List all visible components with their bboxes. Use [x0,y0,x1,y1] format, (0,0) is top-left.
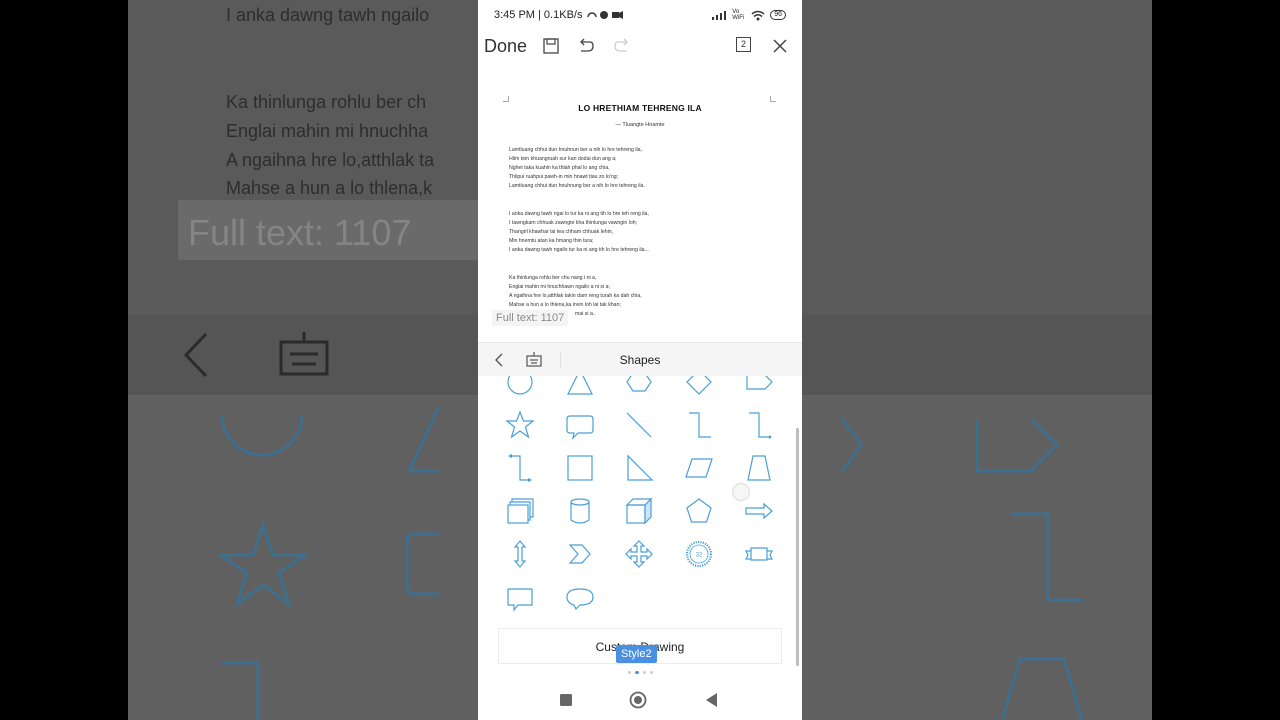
done-button[interactable]: Done [484,36,527,57]
poem-line: Nghet taka kuahin ka thlah phal lo ang c… [509,165,610,171]
android-nav-bar [478,684,802,720]
poem-line: Min hnemtu atan ka hmang thin tura; [509,238,594,244]
seal-label: 32 [696,553,703,559]
poem-line: Thangril khawhar lai tea chham chhuak le… [509,229,614,235]
elbow-connector-2-shape[interactable] [739,405,779,445]
phone-screen: 3:45 PM | 0.1KB/s Vo WiFi 96 Done 2 LO H… [478,0,802,720]
bg-triangle-icon [406,406,441,473]
page-dot [643,671,646,674]
full-text-count: Full text: 1107 [492,310,569,326]
poem-line: I tawngkam chhuak zawngte kha thinlunga … [509,220,638,226]
chevron-shape[interactable] [560,534,600,574]
poem-line: I anka dawng tawh ngai lo tur ka ni ang … [509,211,649,217]
bg-elbow-icon [1012,512,1084,602]
shapes-title: Shapes [619,352,661,367]
recents-icon[interactable] [560,694,572,706]
triangle-shape[interactable] [560,376,600,402]
poem-line: Lamtluang chhui dun hnuhnun ber a nih lo… [509,147,642,153]
page-dot-active [635,671,639,674]
crop-mark [503,96,509,102]
poem-line: mai si a.. [575,311,596,317]
rounded-callout-shape[interactable] [560,405,600,445]
network-label: Vo WiFi [732,9,745,21]
bg-text-line: Englai mahin mi hnuchha [226,121,429,141]
oval-callout-shape[interactable] [560,578,600,618]
poem-line: Lamtluang chhui dun hnuhnung ber a nih l… [509,183,645,189]
shapes-header: Shapes [478,342,802,376]
quad-arrow-shape[interactable] [619,534,659,574]
document-author: — Tluangte Hnamte [615,122,665,128]
diamond-shape[interactable] [679,376,719,402]
save-icon[interactable] [541,36,561,56]
screen: I anka dawng tawh ngailo Ka thinlunga ro… [0,0,1280,720]
close-icon[interactable] [770,36,790,56]
seal-32-shape[interactable]: 32 [679,534,719,574]
page-dots [628,671,653,674]
touch-indicator [732,483,750,501]
home-icon[interactable] [629,691,647,709]
bg-text-line: Mahse a hun a lo thlena,k [226,178,433,198]
back-nav-icon[interactable] [705,693,719,707]
poem-line: Englai mahin mi hnuchhawn ngailo a ni si… [509,284,610,290]
up-down-arrow-shape[interactable] [500,534,540,574]
notification-icons [587,11,624,19]
page-count-button[interactable]: 2 [736,37,751,52]
redo-icon[interactable] [612,36,632,56]
elbow-connector-shape[interactable] [679,405,719,445]
rect-callout-shape[interactable] [500,578,540,618]
hexagon-shape[interactable] [619,376,659,402]
battery-indicator: 96 [770,10,786,20]
poem-line: I anka dawng tawh ngailo tur ka ni ang t… [509,247,649,253]
status-bar: 3:45 PM | 0.1KB/s Vo WiFi 96 [478,0,802,30]
cube-shape[interactable] [619,491,659,531]
pentagon-shape[interactable] [679,491,719,531]
signal-icon [712,11,727,20]
bg-full-text: Full text: 1107 [178,200,478,260]
bg-pentagon-arrow-icon [975,417,1060,473]
line-shape[interactable] [619,405,659,445]
status-right: Vo WiFi 96 [711,9,786,21]
style-tooltip: Style2 [616,645,657,663]
document-title: LO HRETHIAM TEHRENG ILA [578,103,702,113]
status-time: 3:45 PM | 0.1KB/s [494,9,583,21]
bg-trapezoid-icon [1000,657,1084,720]
bg-text-line: I anka dawng tawh ngailo [226,5,430,25]
star-shape[interactable] [500,405,540,445]
parallelogram-shape[interactable] [679,448,719,488]
stacked-docs-shape[interactable] [500,491,540,531]
bg-text-line: A ngaihna hre lo,atthlak ta [226,150,435,170]
poem-line: Hlim tein khuangruah sur kan dodai dun a… [509,156,617,162]
bg-callout-icon [405,532,439,596]
undo-icon[interactable] [576,36,596,56]
poem-line: Mahse a hun a lo thlena,ka invin loh lai… [509,302,621,308]
cylinder-shape[interactable] [560,491,600,531]
poem-line: Thlipui ruahpui pawh-in min hnawt ṭiau z… [509,174,619,180]
bg-text-line: Ka thinlunga rohlu ber ch [226,92,427,112]
crop-mark [770,96,776,102]
right-triangle-shape[interactable] [619,448,659,488]
square-shape[interactable] [560,448,600,488]
poem-line: A ngaihna hre lo,atthlak takin dam reng … [509,293,642,299]
page-dot [628,671,631,674]
oval-shape[interactable] [500,376,540,402]
bg-arrow-icon [840,418,864,472]
bg-elbow-icon [222,661,260,720]
wifi-icon [751,10,765,20]
page-dot [650,671,653,674]
pentagon-arrow-shape[interactable] [739,376,779,402]
editor-toolbar: Done [478,30,802,62]
bg-oval-icon [220,414,304,457]
poem-line: Ka thinlunga rohlu ber chu nang i ni a, [509,275,597,281]
bg-star-icon [218,520,308,608]
trapezoid-shape[interactable] [739,448,779,488]
bg-keyboard-icon [279,332,329,376]
scrollbar[interactable] [796,428,799,666]
bg-back-icon [183,332,208,378]
elbow-connector-3-shape[interactable] [500,448,540,488]
document-page: LO HRETHIAM TEHRENG ILA — Tluangte Hnamt… [478,66,802,342]
ribbon-shape[interactable] [739,534,779,574]
